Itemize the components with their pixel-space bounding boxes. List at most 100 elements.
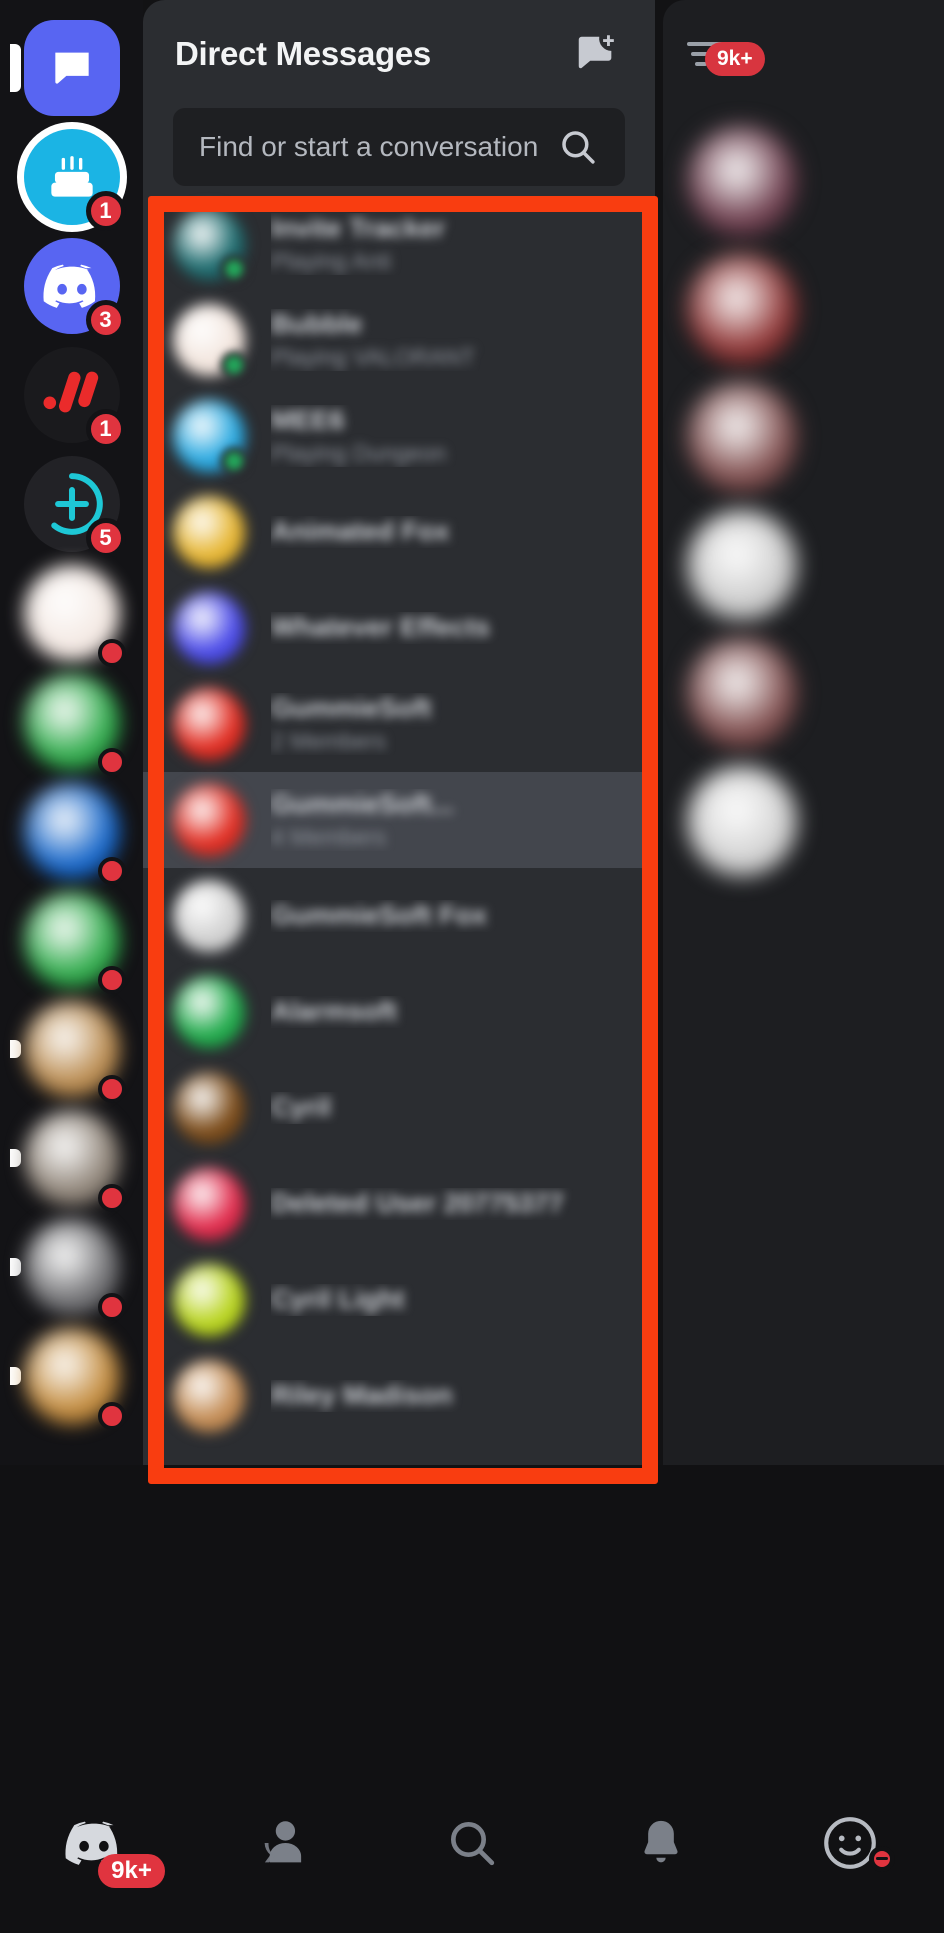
dm-text-block: GummieSoft 2 Members	[271, 693, 637, 754]
peek-panel[interactable]: 9k+	[663, 0, 944, 1465]
home-unread-badge: 9k+	[98, 1853, 165, 1888]
server-rail-item-server-8[interactable]	[20, 779, 126, 885]
unread-badge	[97, 1184, 126, 1212]
friends-tab[interactable]	[189, 1753, 378, 1933]
avatar	[173, 1360, 245, 1432]
dm-text-block: Invite Tracker Playing Anti	[271, 213, 637, 274]
server-rail-item-direct-messages[interactable]	[9, 16, 124, 120]
server-rail[interactable]: 1 3 1 5	[0, 0, 143, 1465]
dm-list-item[interactable]: Alarmsoft	[143, 964, 655, 1060]
unread-indicator	[9, 1258, 21, 1276]
avatar	[173, 496, 245, 568]
unread-badge: 3	[85, 300, 126, 340]
server-rail-item-server-10[interactable]	[9, 997, 126, 1103]
unread-badge	[97, 857, 126, 885]
home-tab[interactable]: 9k+	[0, 1753, 189, 1933]
dm-list-item[interactable]: Invite Tracker Playing Anti	[143, 196, 655, 292]
unread-badge: 1	[85, 191, 126, 231]
dm-list-item[interactable]: Whatever Effects	[143, 580, 655, 676]
peek-avatar[interactable]	[687, 510, 797, 620]
avatar	[173, 208, 248, 283]
dm-list-item[interactable]: GummieSoft 2 Members	[143, 676, 655, 772]
dm-subtitle: 4 Members	[271, 824, 387, 851]
server-rail-item-server-11[interactable]	[9, 1106, 126, 1212]
dm-text-block: Animated Fox	[271, 516, 637, 547]
dm-text-block: Riley Madison	[271, 1380, 637, 1411]
profile-tab[interactable]	[755, 1753, 944, 1933]
unread-indicator	[9, 1149, 21, 1167]
dm-list-item[interactable]: Riley Madison	[143, 1348, 655, 1444]
dm-text-block: GummieSoft Fox	[271, 900, 637, 931]
dm-name: GummieSoft...	[271, 789, 455, 820]
presence-indicator	[220, 447, 248, 475]
bell-icon	[644, 1820, 678, 1863]
server-rail-item-server-13[interactable]	[9, 1324, 126, 1430]
avatar	[173, 784, 245, 856]
server-rail-item-red-logo-server[interactable]: 1	[20, 343, 126, 449]
unread-badge	[97, 748, 126, 776]
dm-name: Riley Madison	[271, 1380, 453, 1411]
friends-icon	[264, 1821, 302, 1863]
peek-avatar[interactable]	[687, 382, 797, 492]
direct-messages-list[interactable]: Invite Tracker Playing Anti Bubble Playing …	[143, 196, 655, 1444]
bottom-nav-row[interactable]: 9k+	[0, 1753, 944, 1933]
dm-list-item[interactable]: Bubble Playing VALORANT	[143, 292, 655, 388]
server-rail-item-server-7[interactable]	[20, 670, 126, 776]
dm-list-item[interactable]: GummieSoft Fox	[143, 868, 655, 964]
avatar	[173, 1168, 245, 1240]
search-icon	[450, 1822, 495, 1866]
dm-name: Cyril	[271, 1092, 332, 1123]
peek-avatar[interactable]	[687, 254, 797, 364]
server-rail-item-server-6[interactable]	[20, 561, 126, 667]
avatar-image	[173, 496, 245, 568]
dm-list-item[interactable]: Animated Fox	[143, 484, 655, 580]
dm-list-item[interactable]: Deleted User 20775377	[143, 1156, 655, 1252]
unread-indicator	[9, 1367, 21, 1385]
avatar	[173, 592, 245, 664]
search-tab[interactable]	[378, 1753, 567, 1933]
presence-indicator	[220, 255, 248, 283]
status-badge-dnd	[868, 1845, 895, 1872]
chat-bubble-icon	[23, 20, 120, 116]
search-input[interactable]: Find or start a conversation	[173, 108, 625, 186]
dm-subtitle: Playing VALORANT	[271, 344, 476, 371]
avatar-image	[173, 1072, 245, 1144]
notifications-tab[interactable]	[566, 1753, 755, 1933]
peek-avatar[interactable]	[687, 638, 797, 748]
search-icon	[562, 131, 595, 164]
dm-list-item[interactable]: Cyril Light	[143, 1252, 655, 1348]
unread-badge	[97, 639, 126, 667]
server-rail-item-server-9[interactable]	[20, 888, 126, 994]
dm-name: GummieSoft Fox	[271, 900, 488, 931]
unread-badge	[97, 1402, 126, 1430]
dm-header: Direct Messages	[143, 0, 655, 108]
avatar	[173, 880, 245, 952]
dm-list-item[interactable]: MEE6 Playing Dungeon	[143, 388, 655, 484]
server-rail-item-add-server[interactable]: 5	[20, 452, 126, 558]
dm-list-item[interactable]: Cyril	[143, 1060, 655, 1156]
avatar	[173, 688, 245, 760]
dm-text-block: Bubble Playing VALORANT	[271, 309, 637, 370]
server-rail-item-birthday-server[interactable]: 1	[20, 125, 126, 231]
peek-avatar-list[interactable]	[663, 126, 944, 876]
dm-name: Bubble	[271, 309, 363, 340]
unread-badge	[97, 1293, 126, 1321]
dm-name: Alarmsoft	[271, 996, 398, 1027]
dm-name: Deleted User 20775377	[271, 1188, 564, 1219]
dm-text-block: GummieSoft... 4 Members	[271, 789, 637, 850]
presence-indicator	[220, 351, 248, 379]
dm-text-block: Cyril Light	[271, 1284, 637, 1315]
dm-list-item[interactable]: GummieSoft... 4 Members	[143, 772, 655, 868]
new-message-icon[interactable]	[569, 27, 623, 81]
server-rail-item-server-12[interactable]	[9, 1215, 126, 1321]
avatar-image	[173, 880, 245, 952]
peek-unread-badge: 9k+	[705, 42, 765, 76]
peek-avatar[interactable]	[687, 126, 797, 236]
server-rail-item-discord-server[interactable]: 3	[20, 234, 126, 340]
dm-subtitle: Playing Anti	[271, 248, 392, 275]
unread-badge	[97, 966, 126, 994]
dm-text-block: MEE6 Playing Dungeon	[271, 405, 637, 466]
direct-messages-panel: Direct Messages Find or start a conversa…	[143, 0, 655, 1465]
avatar-image	[173, 592, 245, 664]
peek-avatar[interactable]	[687, 766, 797, 876]
